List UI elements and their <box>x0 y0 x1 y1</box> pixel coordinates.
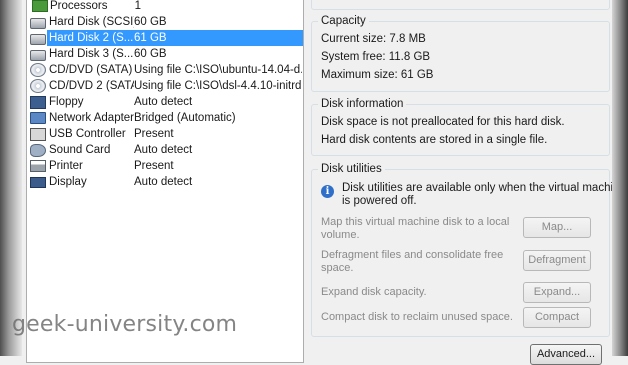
hardware-name: Hard Disk 2 (S... <box>49 32 134 44</box>
device-status-group <box>311 0 610 10</box>
capacity-title: Capacity <box>318 15 369 27</box>
hardware-name: Sound Card <box>49 144 111 156</box>
watermark: geek-university.com <box>12 312 238 337</box>
hardware-row-floppy[interactable]: Floppy Auto detect <box>30 94 302 110</box>
disk-information-line: Hard disk contents are stored in a singl… <box>321 134 548 146</box>
advanced-button[interactable]: Advanced... <box>530 344 602 365</box>
hardware-summary: Bridged (Automatic) <box>134 112 236 124</box>
cd-dvd-icon <box>30 79 46 93</box>
capacity-group: Capacity Current size: 7.8 MB System fre… <box>311 15 610 92</box>
compact-description: Compact disk to reclaim unused space. <box>321 311 513 323</box>
hardware-name: Printer <box>49 160 83 172</box>
hardware-summary: Auto detect <box>134 96 193 108</box>
hard-disk-icon <box>30 49 46 61</box>
display-icon <box>30 177 46 188</box>
usb-icon <box>30 127 46 141</box>
utilities-info-text: Disk utilities are available only when t… <box>342 182 626 194</box>
hardware-row-hard-disk-2[interactable]: Hard Disk 2 (S... 61 GB <box>30 30 303 46</box>
hard-disk-icon <box>30 33 46 45</box>
cd-dvd-icon <box>30 63 46 77</box>
current-size-text: Current size: 7.8 MB <box>321 33 426 45</box>
map-description: volume. <box>321 229 360 241</box>
hardware-summary: 1 <box>134 0 142 12</box>
info-icon: i <box>321 185 334 198</box>
hardware-summary: Using file C:\ISO\ubuntu-14.04-d... <box>134 64 302 76</box>
hardware-summary: 60 GB <box>134 48 167 60</box>
hardware-row-cd-dvd[interactable]: CD/DVD (SATA) Using file C:\ISO\ubuntu-1… <box>30 62 302 78</box>
maximum-size-text: Maximum size: 61 GB <box>321 69 434 81</box>
hardware-summary: Using file C:\ISO\dsl-4.4.10-initrd.... <box>134 80 302 92</box>
hardware-row-hard-disk-3[interactable]: Hard Disk 3 (S... 60 GB <box>30 46 302 62</box>
network-adapter-icon <box>30 112 46 124</box>
disk-information-line: Disk space is not preallocated for this … <box>321 116 565 128</box>
sound-card-icon <box>30 143 46 157</box>
expand-button[interactable]: Expand... <box>523 282 591 303</box>
hardware-name: CD/DVD 2 (SATA) <box>49 80 134 92</box>
hardware-row-printer[interactable]: Printer Present <box>30 158 302 174</box>
floppy-icon <box>30 95 46 109</box>
hardware-row-hard-disk-scsi[interactable]: Hard Disk (SCSI) 60 GB <box>30 14 302 30</box>
disk-utilities-title: Disk utilities <box>318 163 385 175</box>
hardware-row-sound-card[interactable]: Sound Card Auto detect <box>30 142 302 158</box>
defragment-description: Defragment files and consolidate free <box>321 249 504 261</box>
hardware-name: Network Adapter <box>49 112 134 124</box>
expand-description: Expand disk capacity. <box>321 286 427 298</box>
compact-button[interactable]: Compact <box>523 307 591 328</box>
hardware-row-processors[interactable]: Processors 1 <box>30 0 302 14</box>
hardware-name: Processors <box>50 0 108 12</box>
hardware-list[interactable]: Processors 1 Hard Disk (SCSI) 60 GB Hard… <box>26 0 304 363</box>
hardware-name: Floppy <box>49 96 84 108</box>
hardware-summary: 61 GB <box>134 32 167 44</box>
hardware-name: USB Controller <box>49 128 126 140</box>
utilities-info-text: is powered off. <box>342 195 417 207</box>
hardware-row-network-adapter[interactable]: Network Adapter Bridged (Automatic) <box>30 110 302 126</box>
virtual-machine-settings-dialog: Processors 1 Hard Disk (SCSI) 60 GB Hard… <box>22 0 626 365</box>
hard-disk-icon <box>30 17 46 29</box>
map-description: Map this virtual machine disk to a local <box>321 216 510 228</box>
disk-information-group: Disk information Disk space is not preal… <box>311 98 610 156</box>
window-frame-left <box>0 0 22 356</box>
hardware-name: Hard Disk (SCSI) <box>49 16 134 28</box>
disk-utilities-group: Disk utilities i Disk utilities are avai… <box>311 163 626 337</box>
hardware-name: CD/DVD (SATA) <box>49 64 133 76</box>
hardware-name: Display <box>49 176 87 188</box>
window-frame-right <box>612 0 628 356</box>
hardware-summary: Auto detect <box>134 176 193 188</box>
map-button[interactable]: Map... <box>523 217 591 238</box>
hardware-row-cd-dvd-2[interactable]: CD/DVD 2 (SATA) Using file C:\ISO\dsl-4.… <box>30 78 302 94</box>
hardware-row-usb-controller[interactable]: USB Controller Present <box>30 126 302 142</box>
defragment-button[interactable]: Defragment <box>523 250 591 271</box>
system-free-text: System free: 11.8 GB <box>321 51 431 63</box>
hardware-summary: Auto detect <box>134 144 193 156</box>
hardware-name: Hard Disk 3 (S... <box>49 48 134 60</box>
disk-information-title: Disk information <box>318 98 407 110</box>
hardware-summary: Present <box>134 160 174 172</box>
hardware-row-display[interactable]: Display Auto detect <box>30 174 302 190</box>
cpu-icon <box>32 0 48 12</box>
hardware-summary: Present <box>134 128 174 140</box>
printer-icon <box>30 160 46 172</box>
defragment-description: space. <box>321 262 354 274</box>
hardware-summary: 60 GB <box>134 16 167 28</box>
